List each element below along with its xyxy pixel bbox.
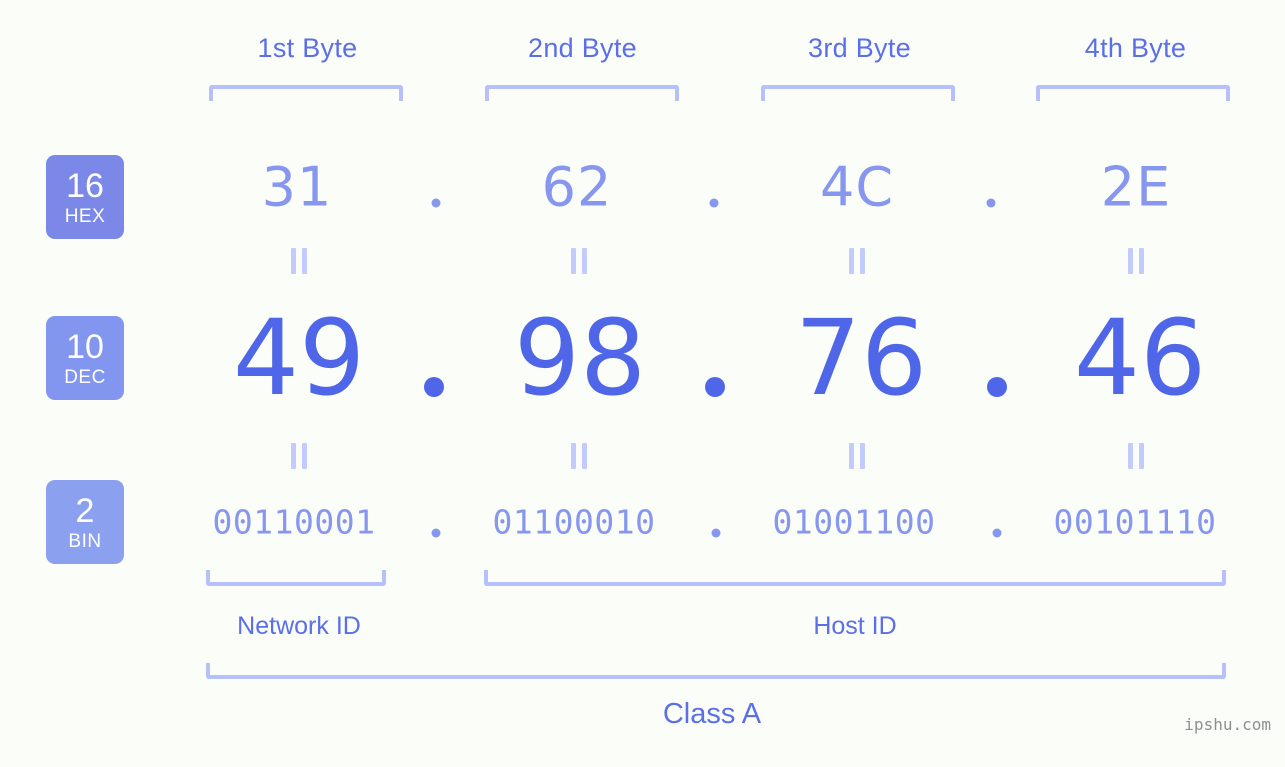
base-badge-dec: 10 DEC bbox=[46, 316, 124, 400]
bin-separator-2 bbox=[711, 528, 721, 538]
equality-mark-dec-bin-2 bbox=[571, 443, 587, 469]
bin-octet-3: 01001100 bbox=[772, 502, 936, 542]
bin-separator-1 bbox=[431, 528, 441, 538]
network-id-label: Network ID bbox=[237, 612, 361, 640]
base-badge-hex-label: HEX bbox=[64, 205, 106, 227]
byte-header-2: 2nd Byte bbox=[528, 33, 637, 63]
hex-octet-2: 62 bbox=[541, 155, 613, 219]
dec-octet-1: 49 bbox=[232, 297, 366, 419]
network-id-bracket bbox=[206, 570, 386, 586]
host-id-label: Host ID bbox=[813, 612, 897, 640]
equality-mark-dec-bin-3 bbox=[849, 443, 865, 469]
base-badge-dec-label: DEC bbox=[64, 366, 106, 388]
base-badge-dec-number: 10 bbox=[66, 327, 104, 366]
equality-mark-hex-dec-3 bbox=[849, 248, 865, 274]
base-badge-bin-number: 2 bbox=[75, 491, 95, 530]
hex-octet-3: 4C bbox=[819, 155, 895, 219]
host-id-bracket bbox=[484, 570, 1226, 586]
equality-mark-dec-bin-1 bbox=[291, 443, 307, 469]
class-label: Class A bbox=[662, 698, 762, 730]
byte-header-4: 4th Byte bbox=[1084, 33, 1187, 63]
equality-mark-hex-dec-4 bbox=[1128, 248, 1144, 274]
bin-octet-1: 00110001 bbox=[212, 502, 376, 542]
watermark: ipshu.com bbox=[1184, 715, 1271, 734]
bin-octet-2: 01100010 bbox=[492, 502, 656, 542]
byte-bracket-3 bbox=[761, 85, 955, 101]
dec-octet-4: 46 bbox=[1073, 297, 1207, 419]
byte-bracket-2 bbox=[485, 85, 679, 101]
base-badge-bin: 2 BIN bbox=[46, 480, 124, 564]
bin-octet-4: 00101110 bbox=[1053, 502, 1217, 542]
hex-octet-4: 2E bbox=[1100, 155, 1172, 219]
dec-separator-2 bbox=[705, 377, 725, 397]
equality-mark-hex-dec-1 bbox=[291, 248, 307, 274]
byte-bracket-1 bbox=[209, 85, 403, 101]
dec-separator-1 bbox=[424, 377, 444, 397]
ip-address-diagram: 1st Byte 2nd Byte 3rd Byte 4th Byte 16 H… bbox=[0, 0, 1285, 767]
equality-mark-hex-dec-2 bbox=[571, 248, 587, 274]
class-bracket bbox=[206, 663, 1226, 679]
base-badge-hex-number: 16 bbox=[66, 166, 104, 205]
dec-octet-3: 76 bbox=[794, 297, 928, 419]
byte-header-1: 1st Byte bbox=[257, 33, 358, 63]
dec-separator-3 bbox=[987, 377, 1007, 397]
base-badge-hex: 16 HEX bbox=[46, 155, 124, 239]
base-badge-bin-label: BIN bbox=[68, 530, 102, 552]
bin-separator-3 bbox=[992, 528, 1002, 538]
equality-mark-dec-bin-4 bbox=[1128, 443, 1144, 469]
hex-separator-3 bbox=[986, 198, 996, 208]
hex-octet-1: 31 bbox=[261, 155, 333, 219]
hex-separator-2 bbox=[709, 198, 719, 208]
hex-separator-1 bbox=[431, 198, 441, 208]
dec-octet-2: 98 bbox=[513, 297, 647, 419]
byte-bracket-4 bbox=[1036, 85, 1230, 101]
byte-header-3: 3rd Byte bbox=[808, 33, 911, 63]
